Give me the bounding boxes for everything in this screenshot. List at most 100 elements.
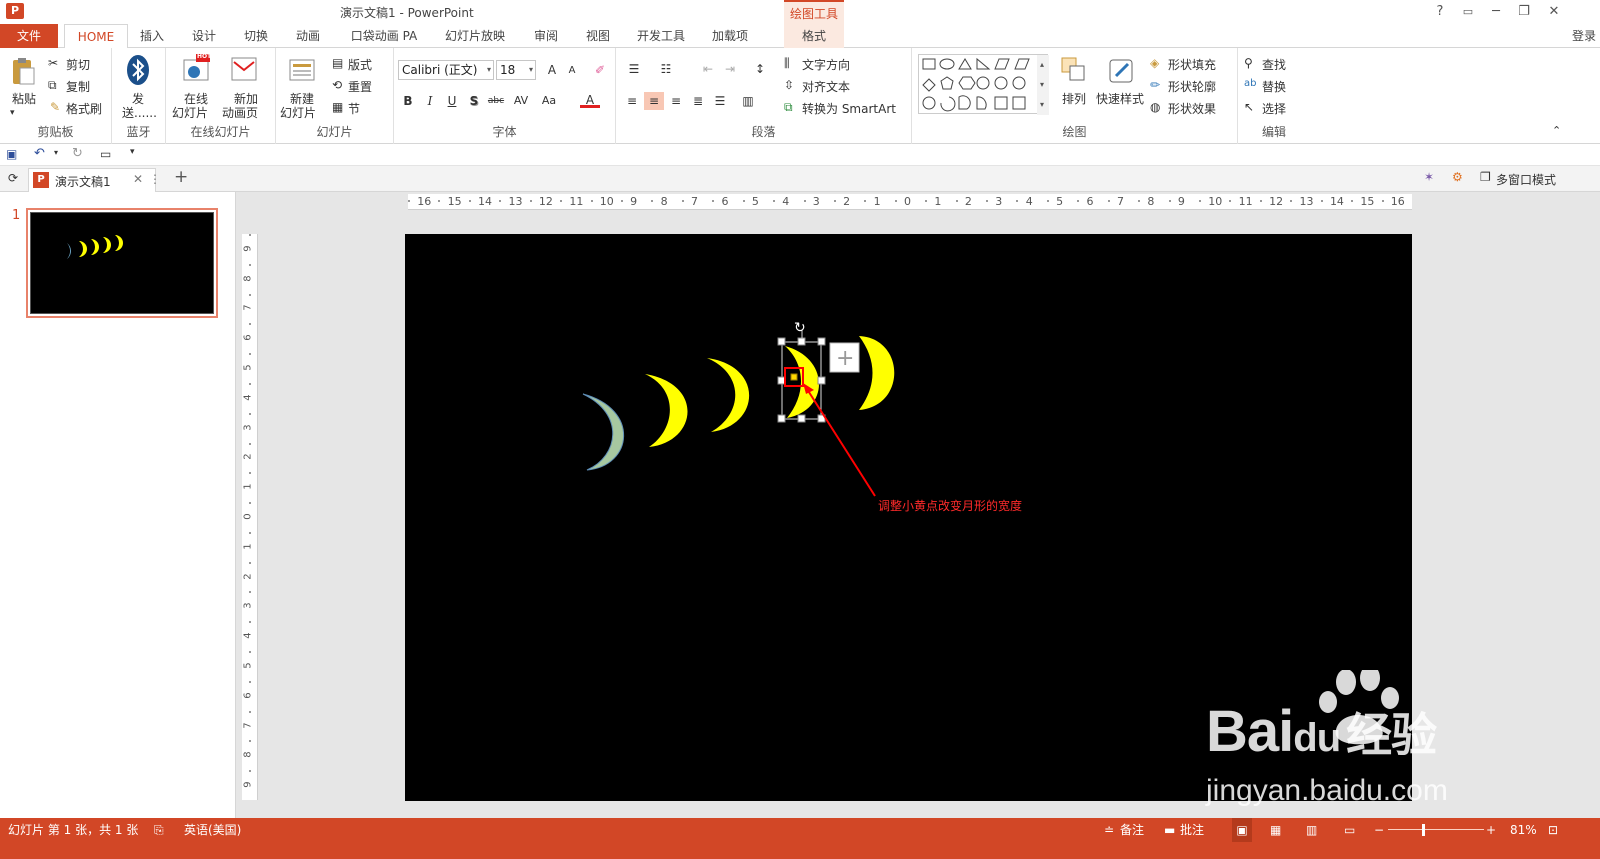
tab-pocket-animation[interactable]: 口袋动画 PA bbox=[348, 24, 420, 48]
moon-shape-5[interactable] bbox=[859, 336, 895, 410]
start-slideshow-icon[interactable]: ▭ bbox=[100, 147, 111, 161]
resize-handle-w[interactable] bbox=[777, 376, 786, 385]
new-animation-page-icon[interactable] bbox=[230, 54, 258, 84]
send-button-line2[interactable]: 送...... bbox=[122, 104, 157, 121]
change-case-button[interactable]: Aa bbox=[538, 92, 560, 110]
layout-icon[interactable]: ▤ bbox=[332, 56, 343, 70]
section-icon[interactable]: ▦ bbox=[332, 100, 343, 114]
bullets-icon[interactable]: ☰ bbox=[624, 60, 644, 78]
undo-dropdown-icon[interactable]: ▾ bbox=[54, 148, 58, 157]
italic-button[interactable]: I bbox=[420, 92, 440, 110]
shadow-button[interactable]: S bbox=[464, 92, 484, 110]
bluetooth-icon[interactable] bbox=[126, 54, 150, 86]
strikethrough-button[interactable]: abc bbox=[484, 92, 508, 110]
clear-format-icon[interactable]: ✐ bbox=[590, 61, 610, 79]
tab-home[interactable]: HOME bbox=[64, 24, 128, 49]
notes-button[interactable]: 备注 bbox=[1120, 818, 1144, 842]
smartart-icon[interactable]: ⧉ bbox=[784, 100, 793, 115]
decrease-indent-icon[interactable]: ⇤ bbox=[698, 60, 718, 78]
plus-icon[interactable]: + bbox=[836, 346, 854, 371]
tab-transitions[interactable]: 切换 bbox=[240, 24, 272, 48]
new-slide-line2[interactable]: 幻灯片 bbox=[280, 104, 316, 121]
reset-button[interactable]: 重置 bbox=[348, 78, 372, 95]
tab-slideshow[interactable]: 幻灯片放映 bbox=[442, 24, 508, 48]
new-animation-line2[interactable]: 动画页 bbox=[222, 104, 258, 121]
tab-review[interactable]: 审阅 bbox=[530, 24, 562, 48]
normal-view-icon[interactable]: ▣ bbox=[1232, 818, 1252, 842]
quick-styles-icon[interactable] bbox=[1108, 56, 1136, 86]
tab-design[interactable]: 设计 bbox=[188, 24, 220, 48]
moon-shape-3[interactable] bbox=[707, 358, 750, 432]
zoom-slider-thumb[interactable] bbox=[1422, 824, 1425, 836]
reading-view-icon[interactable]: ▥ bbox=[1306, 818, 1317, 842]
shape-fill-button[interactable]: 形状填充 bbox=[1168, 56, 1216, 73]
align-center-icon[interactable]: ≡ bbox=[644, 92, 664, 110]
restore-button[interactable]: ❐ bbox=[1512, 3, 1536, 21]
online-slides-line2[interactable]: 幻灯片 bbox=[172, 104, 208, 121]
tab-insert[interactable]: 插入 bbox=[136, 24, 168, 48]
resize-handle-ne[interactable] bbox=[817, 337, 826, 346]
tab-format[interactable]: 格式 bbox=[784, 24, 844, 48]
cut-button[interactable]: 剪切 bbox=[66, 56, 90, 73]
line-spacing-icon[interactable]: ↕ bbox=[750, 60, 770, 78]
powerpoint-logo-icon[interactable]: P bbox=[6, 3, 24, 19]
online-slides-icon[interactable]: HOT bbox=[182, 53, 211, 84]
copy-icon[interactable]: ⧉ bbox=[48, 78, 57, 93]
document-tab[interactable]: P 演示文稿1 ✕ ⋮ bbox=[28, 168, 161, 192]
window-mode-icon[interactable]: ❐ bbox=[1480, 170, 1491, 184]
align-right-icon[interactable]: ≡ bbox=[666, 92, 686, 110]
section-button[interactable]: 节 bbox=[348, 100, 360, 117]
arrange-button[interactable]: 排列 bbox=[1062, 90, 1086, 107]
magic-wand-icon[interactable]: ✶ bbox=[1424, 170, 1434, 184]
multi-window-mode-button[interactable]: 多窗口模式 bbox=[1496, 171, 1556, 188]
replace-icon[interactable]: ab bbox=[1244, 78, 1256, 89]
numbering-icon[interactable]: ☷ bbox=[656, 60, 676, 78]
resize-handle-s[interactable] bbox=[797, 414, 806, 423]
font-family-combo[interactable]: Calibri (正文) ▾ bbox=[398, 60, 494, 80]
distributed-icon[interactable]: ☰ bbox=[710, 92, 730, 110]
zoom-out-button[interactable]: − bbox=[1374, 818, 1384, 842]
columns-icon[interactable]: ▥ bbox=[738, 92, 758, 110]
select-button[interactable]: 选择 bbox=[1262, 100, 1286, 117]
convert-smartart-button[interactable]: 转换为 SmartArt bbox=[802, 100, 896, 117]
fit-to-window-icon[interactable]: ⊡ bbox=[1548, 818, 1558, 842]
shape-effects-icon[interactable]: ◍ bbox=[1150, 100, 1160, 114]
replace-button[interactable]: 替换 bbox=[1262, 78, 1286, 95]
shrink-font-button[interactable]: A bbox=[562, 62, 582, 80]
paste-icon[interactable] bbox=[10, 56, 36, 88]
save-icon[interactable]: ▣ bbox=[6, 147, 17, 161]
redo-icon[interactable]: ↻ bbox=[72, 146, 83, 161]
align-text-button[interactable]: 对齐文本 bbox=[802, 78, 850, 95]
shape-outline-button[interactable]: 形状轮廓 bbox=[1168, 78, 1216, 95]
text-direction-button[interactable]: 文字方向 bbox=[802, 56, 850, 73]
quick-styles-button[interactable]: 快速样式 bbox=[1096, 90, 1144, 107]
settings-gear-icon[interactable]: ⚙ bbox=[1452, 170, 1463, 184]
tab-file[interactable]: 文件 bbox=[0, 24, 58, 48]
format-painter-button[interactable]: 格式刷 bbox=[66, 100, 102, 117]
close-icon[interactable]: ✕ bbox=[133, 172, 143, 186]
zoom-slider[interactable] bbox=[1388, 829, 1484, 830]
resize-handle-sw[interactable] bbox=[777, 414, 786, 423]
rotate-handle-icon[interactable]: ↻ bbox=[794, 320, 806, 336]
paste-button[interactable]: 粘贴 bbox=[12, 90, 36, 107]
cut-icon[interactable]: ✂ bbox=[48, 56, 58, 70]
undo-icon[interactable]: ↶ bbox=[34, 146, 45, 161]
shape-fill-icon[interactable]: ◈ bbox=[1150, 56, 1159, 70]
find-button[interactable]: 查找 bbox=[1262, 56, 1286, 73]
tab-animations[interactable]: 动画 bbox=[292, 24, 324, 48]
font-color-button[interactable]: A bbox=[580, 92, 600, 108]
layout-button[interactable]: 版式 bbox=[348, 56, 372, 73]
comments-button[interactable]: 批注 bbox=[1180, 818, 1204, 842]
find-icon[interactable]: ⚲ bbox=[1244, 56, 1253, 70]
slide-thumbnail[interactable] bbox=[26, 208, 218, 318]
slideshow-icon[interactable]: ▭ bbox=[1344, 818, 1355, 842]
language-indicator[interactable]: 英语(美国) bbox=[184, 818, 241, 842]
tab-addins[interactable]: 加载项 bbox=[708, 24, 752, 48]
shape-outline-icon[interactable]: ✏ bbox=[1150, 78, 1160, 92]
text-direction-icon[interactable]: ⫼ bbox=[784, 56, 790, 71]
increase-indent-icon[interactable]: ⇥ bbox=[720, 60, 740, 78]
grow-font-button[interactable]: A bbox=[542, 61, 562, 79]
font-size-combo[interactable]: 18 ▾ bbox=[496, 60, 536, 80]
arrange-icon[interactable] bbox=[1060, 56, 1088, 86]
adjust-handle-yellow[interactable] bbox=[790, 373, 798, 381]
